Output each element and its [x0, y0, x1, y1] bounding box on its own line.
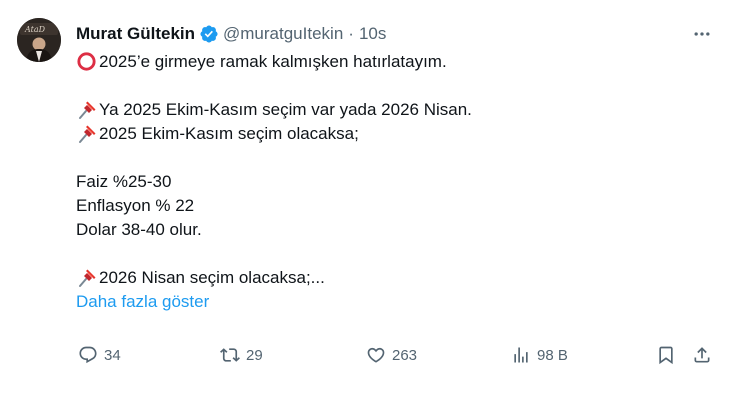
tweet-line: 2025’e girmeye ramak kalmışken hatırlata… [76, 50, 676, 74]
tweet-line-text: 2026 Nisan seçim olacaksa;... [99, 268, 325, 287]
show-more-link[interactable]: Daha fazla göster [76, 290, 209, 314]
tweet-line-text: Faiz %25-30 [76, 172, 172, 191]
pushpin-icon [76, 267, 98, 289]
repost-count: 29 [246, 346, 263, 364]
views-button[interactable]: 98 B [511, 343, 568, 367]
tweet-line: Faiz %25-30 [76, 170, 676, 194]
pushpin-icon [76, 99, 98, 121]
avatar-logo-text: AtaD [24, 25, 46, 34]
tweet-line: 2026 Nisan seçim olacaksa;... [76, 266, 676, 290]
bookmark-button[interactable] [656, 343, 676, 367]
share-button[interactable] [692, 343, 712, 367]
red-circle-icon [76, 51, 98, 73]
repost-button[interactable]: 29 [220, 343, 263, 367]
pushpin-icon [76, 123, 98, 145]
tweet-line: 2025 Ekim-Kasım seçim olacaksa; [76, 122, 676, 146]
tweet-card: AtaD Murat Gültekin @muratguItekin · 10s [0, 0, 730, 420]
repost-icon [220, 348, 240, 362]
tweet-line-text: Enflasyon % 22 [76, 196, 195, 215]
share-icon [694, 347, 710, 363]
reply-icon [79, 346, 97, 364]
views-chart-icon [514, 347, 528, 363]
avatar[interactable]: AtaD [17, 18, 61, 62]
verified-badge-icon [199, 24, 219, 44]
tweet-line-text: Dolar 38-40 olur. [76, 220, 202, 239]
author-handle[interactable]: @muratguItekin [223, 22, 343, 46]
like-button[interactable]: 263 [366, 343, 417, 367]
tweet-line-text: 2025 Ekim-Kasım seçim olacaksa; [99, 124, 359, 143]
header-separator: · [348, 24, 354, 43]
like-count: 263 [392, 346, 418, 364]
author-name[interactable]: Murat Gültekin [76, 22, 195, 46]
reply-button[interactable]: 34 [78, 343, 121, 367]
reply-count: 34 [104, 346, 121, 364]
tweet-timestamp[interactable]: 10s [359, 22, 386, 46]
tweet-text: 2025’e girmeye ramak kalmışken hatırlata… [76, 50, 676, 314]
tweet-line: Daha fazla göster [76, 290, 676, 314]
tweet-header: Murat Gültekin @muratguItekin · 10s [76, 22, 386, 46]
tweet-line: Ya 2025 Ekim-Kasım seçim var yada 2026 N… [76, 98, 676, 122]
bookmark-icon [659, 346, 673, 365]
tweet-actions: 34 29 263 98 B [78, 343, 718, 367]
views-count: 98 B [537, 346, 568, 364]
heart-icon [367, 347, 385, 363]
tweet-line-text: Ya 2025 Ekim-Kasım seçim var yada 2026 N… [99, 100, 472, 119]
more-dots-icon [694, 32, 710, 36]
more-options-button[interactable] [690, 24, 714, 44]
tweet-line: Dolar 38-40 olur. [76, 218, 676, 242]
tweet-line: Enflasyon % 22 [76, 194, 676, 218]
tweet-line-text: 2025’e girmeye ramak kalmışken hatırlata… [99, 52, 447, 71]
